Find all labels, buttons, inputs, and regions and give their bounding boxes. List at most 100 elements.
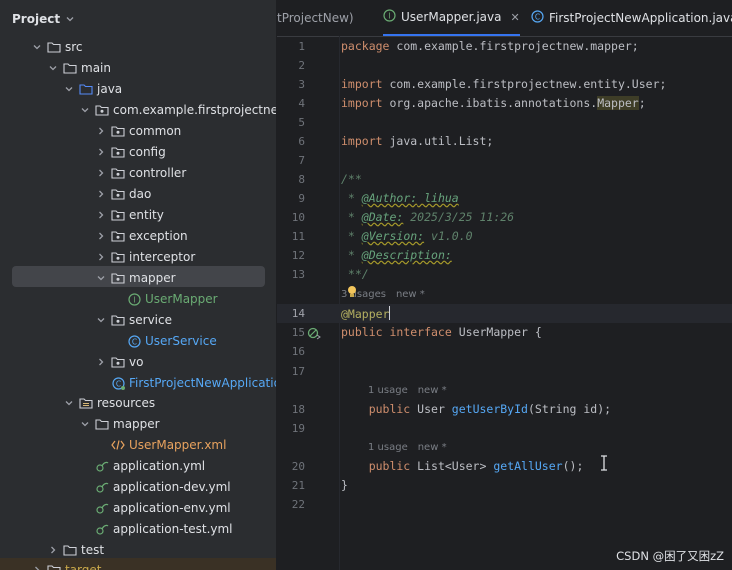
- tree-item-java[interactable]: java: [63, 79, 122, 99]
- keyword: import: [341, 96, 383, 110]
- tree-item-target[interactable]: target: [31, 560, 102, 570]
- chevron-right-icon[interactable]: [95, 356, 107, 368]
- watermark: CSDN @困了又困zZ: [616, 549, 724, 563]
- chevron-down-icon[interactable]: [95, 272, 107, 284]
- tree-item-controller[interactable]: controller: [95, 163, 186, 183]
- line-number: 6: [298, 135, 305, 148]
- chevron-right-icon[interactable]: [95, 188, 107, 200]
- tree-item-label: dao: [129, 187, 152, 201]
- method-name: getAllUser: [493, 459, 563, 473]
- line-number: 11: [291, 230, 305, 243]
- editor-tab-bar: tProjectNew) I UserMapper.java ✕ C First…: [277, 0, 732, 37]
- tree-item-com-example-firstprojectnew[interactable]: com.example.firstprojectnew: [79, 100, 276, 120]
- code-text: com.example.firstprojectnew.mapper;: [389, 39, 639, 53]
- chevron-right-icon[interactable]: [95, 230, 107, 242]
- usages-hint[interactable]: 1 usage new *: [368, 385, 447, 396]
- tab-previous[interactable]: tProjectNew): [277, 0, 354, 36]
- chevron-right-icon[interactable]: [95, 146, 107, 158]
- usages-count[interactable]: 1 usage: [368, 385, 408, 396]
- line-number: 8: [298, 173, 305, 186]
- code-text: (String id);: [527, 402, 612, 416]
- tree-item-label: UserMapper.xml: [129, 438, 227, 452]
- author-hint[interactable]: new *: [418, 442, 447, 453]
- code-text: ;: [638, 96, 646, 110]
- tree-item-label: java: [97, 82, 123, 96]
- package-icon: [111, 355, 125, 369]
- tree-item-src[interactable]: src: [31, 37, 83, 57]
- doc-tag: @Author:: [361, 191, 418, 205]
- tree-item-application-env-yml[interactable]: application-env.yml: [79, 498, 231, 518]
- interface-icon: I: [383, 9, 396, 25]
- tab-application[interactable]: C FirstProjectNewApplication.java: [531, 0, 732, 36]
- tree-item-label: mapper: [113, 417, 160, 431]
- chevron-down-icon[interactable]: [31, 41, 43, 53]
- package-icon: [111, 124, 125, 138]
- folder-icon: [63, 61, 77, 75]
- tab-usermapper[interactable]: I UserMapper.java ✕: [383, 0, 520, 36]
- line-number: 15: [291, 326, 305, 339]
- tree-item-exception[interactable]: exception: [95, 226, 188, 246]
- tree-item-dao[interactable]: dao: [95, 184, 151, 204]
- tree-item-common[interactable]: common: [95, 121, 181, 141]
- tree-item-config[interactable]: config: [95, 142, 166, 162]
- project-panel-header[interactable]: Project: [12, 10, 75, 28]
- doc-value: v1.0.0: [424, 229, 473, 243]
- svg-text:C: C: [115, 379, 120, 388]
- tree-item-label: controller: [129, 166, 187, 180]
- doc-comment: * @Description:: [341, 248, 452, 262]
- chevron-right-icon[interactable]: [95, 251, 107, 263]
- implemented-gutter-icon[interactable]: [307, 325, 321, 344]
- tree-item-label: application.yml: [113, 459, 206, 473]
- tree-item-firstprojectnewapplication[interactable]: C FirstProjectNewApplication: [95, 373, 276, 393]
- source-folder-icon: [79, 82, 93, 96]
- chevron-right-icon[interactable]: [95, 125, 107, 137]
- tree-item-application-dev-yml[interactable]: application-dev.yml: [79, 477, 231, 497]
- yaml-file-icon: [95, 480, 109, 494]
- tree-item-label: entity: [129, 208, 164, 222]
- tree-item-application-yml[interactable]: application.yml: [79, 456, 205, 476]
- author-hint[interactable]: new *: [396, 289, 425, 300]
- tree-item-test[interactable]: test: [47, 540, 104, 560]
- yaml-file-icon: [95, 459, 109, 473]
- tree-item-usermapper-xml[interactable]: UserMapper.xml: [95, 435, 226, 455]
- chevron-right-icon[interactable]: [31, 564, 43, 570]
- close-icon[interactable]: ✕: [510, 11, 519, 24]
- usages-count[interactable]: 1 usage: [368, 442, 408, 453]
- tree-item-usermapper[interactable]: I UserMapper: [111, 289, 218, 309]
- chevron-down-icon[interactable]: [63, 83, 75, 95]
- tree-item-label: application-dev.yml: [113, 480, 231, 494]
- doc-value: 2025/3/25 11:26: [403, 210, 515, 224]
- usages-hint[interactable]: 1 usage new *: [368, 442, 447, 453]
- tree-item-resources[interactable]: resources: [63, 393, 155, 413]
- chevron-down-icon[interactable]: [79, 418, 91, 430]
- doc-comment: * @Date: 2025/3/25 11:26: [341, 210, 514, 224]
- line-number: 18: [291, 403, 305, 416]
- tree-item-vo[interactable]: vo: [95, 352, 143, 372]
- tree-item-interceptor[interactable]: interceptor: [95, 247, 195, 267]
- chevron-down-icon[interactable]: [47, 62, 59, 74]
- tree-item-service[interactable]: service: [95, 310, 172, 330]
- tree-item-mapper[interactable]: mapper: [79, 414, 160, 434]
- package-icon: [111, 271, 125, 285]
- chevron-down-icon[interactable]: [65, 14, 75, 24]
- tree-item-label: com.example.firstprojectnew: [113, 103, 276, 117]
- chevron-down-icon[interactable]: [95, 314, 107, 326]
- tree-item-label: FirstProjectNewApplication: [129, 376, 276, 390]
- doc-tag: @Description:: [361, 248, 452, 262]
- lightbulb-icon[interactable]: [346, 284, 358, 303]
- chevron-down-icon[interactable]: [63, 397, 75, 409]
- author-hint[interactable]: new *: [418, 385, 447, 396]
- chevron-down-icon[interactable]: [79, 104, 91, 116]
- tree-item-entity[interactable]: entity: [95, 205, 164, 225]
- tree-item-main[interactable]: main: [47, 58, 111, 78]
- chevron-right-icon[interactable]: [95, 209, 107, 221]
- tree-item-mapper[interactable]: mapper: [95, 268, 176, 288]
- chevron-right-icon[interactable]: [47, 544, 59, 556]
- line-number: 3: [298, 78, 305, 91]
- tree-item-application-test-yml[interactable]: application-test.yml: [79, 519, 233, 539]
- tree-item-userservice[interactable]: C UserService: [111, 331, 217, 351]
- chevron-right-icon[interactable]: [95, 167, 107, 179]
- line-number: 16: [291, 345, 305, 358]
- tree-item-label: config: [129, 145, 166, 159]
